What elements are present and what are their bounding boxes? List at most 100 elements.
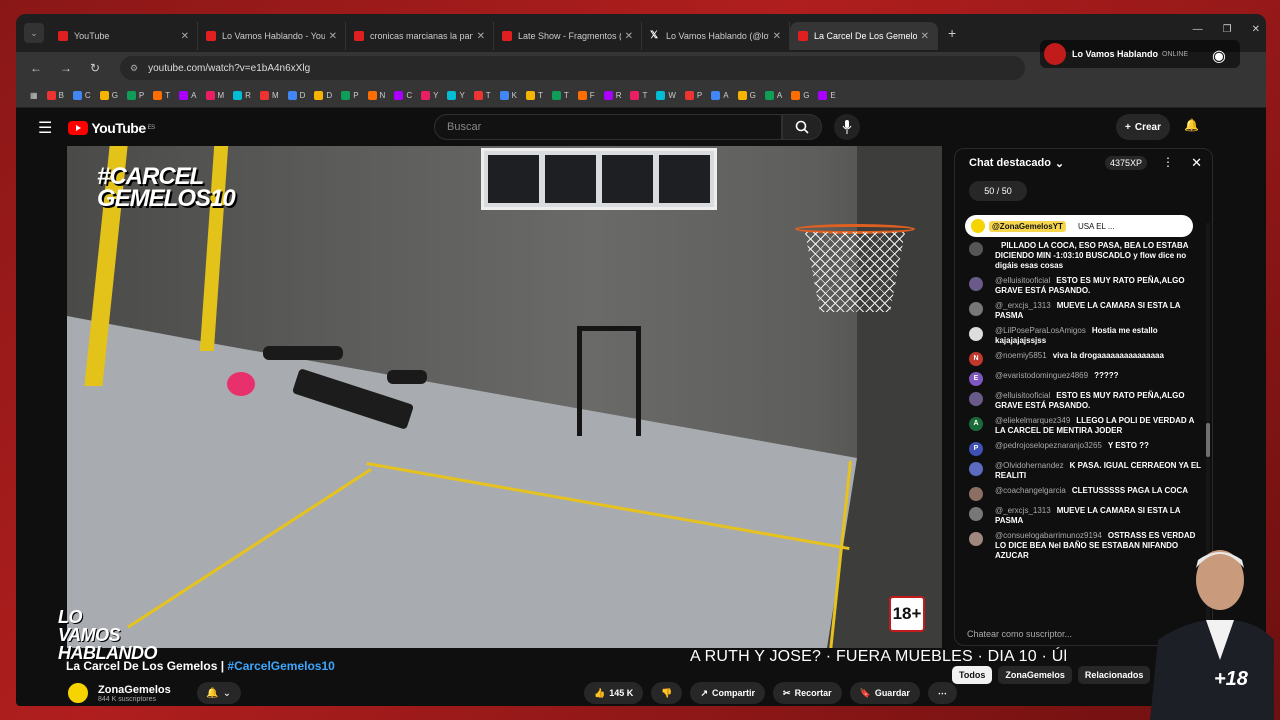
voice-search-button[interactable] [834, 114, 860, 140]
chat-message[interactable]: @LilPoseParaLosAmigos Hostia me estallo k… [969, 326, 1205, 346]
user-avatar[interactable] [969, 487, 983, 501]
message-author[interactable]: @noemiy5851 [995, 351, 1047, 360]
search-button[interactable] [782, 114, 822, 140]
user-avatar[interactable]: N [969, 352, 983, 366]
user-avatar[interactable]: P [969, 442, 983, 456]
subscribe-bell-button[interactable]: 🔔 ⌄ [196, 682, 241, 704]
bookmark-item[interactable]: G [791, 91, 809, 101]
channel-avatar[interactable] [66, 681, 90, 705]
pinned-message[interactable]: @ZonaGemelosYT USA EL ... [965, 215, 1193, 237]
message-author[interactable]: @_erxcjs_1313 [995, 301, 1051, 310]
tab-todos[interactable]: Todos [952, 666, 993, 684]
reload-icon[interactable]: ↻ [90, 61, 106, 75]
bookmark-item[interactable]: P [684, 91, 702, 101]
hashtag-link[interactable]: #CarcelGemelos10 [227, 659, 334, 673]
bookmark-item[interactable]: T [153, 91, 170, 101]
bookmark-item[interactable]: D [314, 91, 332, 101]
url-field[interactable]: ⚙ youtube.com/watch?v=e1bA4n6xXlg [120, 56, 1025, 80]
save-button[interactable]: 🔖 Guardar [849, 682, 920, 704]
chat-message[interactable]: N @noemiy5851 viva la drogaaaaaaaaaaaaaaa [969, 351, 1205, 366]
message-author[interactable]: @consuelogabarrimunoz9194 [995, 531, 1102, 540]
bookmark-item[interactable]: A [711, 91, 729, 101]
user-avatar[interactable] [969, 462, 983, 476]
message-author[interactable]: @coachangelgarcia [995, 486, 1066, 495]
close-icon[interactable]: ✕ [921, 31, 929, 42]
user-avatar[interactable] [969, 277, 983, 291]
forward-icon[interactable]: → [60, 61, 76, 75]
bookmark-item[interactable]: M [205, 91, 224, 101]
message-author[interactable]: @_erxcjs_1313 [995, 506, 1051, 515]
channel-name[interactable]: ZonaGemelos [98, 684, 171, 696]
chat-message[interactable]: @_erxcjs_1313 MUEVE LA CAMARA SI ESTA LA … [969, 301, 1205, 321]
bookmark-item[interactable]: Y [421, 91, 438, 101]
message-author[interactable]: @elluisitooficial [995, 391, 1050, 400]
bookmark-item[interactable]: Y [447, 91, 465, 101]
chat-message[interactable]: @Olvidohernandez K PASA. IGUAL CERRAEON Y… [969, 461, 1205, 481]
bookmark-item[interactable]: E [818, 91, 836, 101]
chat-message[interactable]: @_erxcjs_1313 MUEVE LA CAMARA SI ESTA LA … [969, 506, 1205, 526]
dislike-button[interactable]: 👎 [651, 682, 683, 704]
message-author[interactable]: @elluisitooficial [995, 276, 1050, 285]
xp-badge[interactable]: 4375XP [1105, 156, 1148, 170]
minimize-icon[interactable]: — [1193, 24, 1203, 35]
tab-search-button[interactable]: ⌄ [24, 23, 44, 43]
goal-badge[interactable]: 50 / 50 [969, 181, 1027, 201]
user-avatar[interactable]: E [969, 372, 983, 386]
more-actions-button[interactable]: ⋯ [927, 682, 957, 704]
user-avatar[interactable] [969, 302, 983, 316]
bookmark-item[interactable]: T [630, 91, 647, 101]
bookmark-item[interactable]: R [233, 91, 251, 101]
chat-message[interactable]: A @eliekelmarquez349 LLEGO LA POLI DE VERD… [969, 416, 1205, 436]
bookmark-item[interactable]: T [551, 91, 569, 101]
chat-message[interactable]: P @pedrojoselopeznaranjo3265 Y ESTO ?? [969, 441, 1205, 456]
maximize-icon[interactable]: ❐ [1223, 24, 1232, 35]
chat-message[interactable]: @coachangelgarcia CLETUSSSSS PAGA LA COCA [969, 486, 1205, 501]
bookmark-item[interactable]: P [126, 91, 144, 101]
browser-tab[interactable]: 𝕏 Lo Vamos Hablando (@lovamo ✕ [642, 22, 790, 50]
bookmark-item[interactable]: G [99, 91, 118, 101]
back-icon[interactable]: ← [30, 61, 46, 75]
browser-tab[interactable]: YouTube ✕ [50, 22, 198, 50]
site-info-icon[interactable]: ⚙ [130, 63, 138, 74]
bookmark-item[interactable]: C [72, 91, 91, 101]
close-icon[interactable]: ✕ [625, 31, 633, 42]
chevron-down-icon[interactable]: ⌄ [1055, 157, 1064, 170]
share-button[interactable]: ↗ Compartir [690, 682, 766, 704]
chat-message[interactable]: PILLADO LA COCA, ESO PASA, BEA LO ESTABA… [969, 241, 1205, 271]
bookmark-item[interactable]: B [46, 91, 64, 101]
more-options-icon[interactable]: ⋮ [1162, 155, 1174, 169]
bookmark-item[interactable]: T [526, 91, 543, 101]
tab-zonagemelos[interactable]: ZonaGemelos [998, 666, 1072, 684]
create-button[interactable]: + Crear [1116, 114, 1170, 140]
close-icon[interactable]: ✕ [477, 31, 485, 42]
clip-button[interactable]: ✂ Recortar [773, 682, 842, 704]
chat-input[interactable]: Chatear como suscriptor... [967, 629, 1127, 643]
chat-scrollbar-thumb[interactable] [1206, 423, 1210, 457]
chat-message[interactable]: @elluisitooficial ESTO ES MUY RATO PEÑA,A… [969, 391, 1205, 411]
video-player[interactable]: #CARCEL GEMELOS10 18+ [67, 146, 942, 648]
tab-relacionados[interactable]: Relacionados [1077, 666, 1151, 684]
browser-tab[interactable]: Late Show - Fragmentos (12-1 ✕ [494, 22, 642, 50]
chat-message[interactable]: E @evaristodominguez4869????? [969, 371, 1205, 386]
bookmark-item[interactable]: P [341, 91, 359, 101]
message-author[interactable]: @LilPoseParaLosAmigos [995, 326, 1086, 335]
message-author[interactable]: @Olvidohernandez [995, 461, 1064, 470]
browser-tab-active[interactable]: La Carcel De Los Gemelos | #Ca ✕ [790, 22, 938, 50]
bookmark-item[interactable]: T [473, 91, 491, 101]
bookmark-item[interactable]: R [603, 91, 621, 101]
user-avatar[interactable] [969, 532, 983, 546]
menu-icon[interactable]: ☰ [38, 118, 52, 138]
message-author[interactable]: @evaristodominguez4869 [995, 371, 1088, 380]
message-author[interactable]: @eliekelmarquez349 [995, 416, 1070, 425]
user-avatar[interactable] [969, 327, 983, 341]
user-avatar[interactable] [969, 507, 983, 521]
bookmark-item[interactable]: F [577, 91, 595, 101]
chat-message[interactable]: @elluisitooficial ESTO ES MUY RATO PEÑA,A… [969, 276, 1205, 296]
close-icon[interactable]: ✕ [773, 31, 781, 42]
chat-title[interactable]: Chat destacado [969, 157, 1051, 169]
close-window-icon[interactable]: ✕ [1252, 24, 1260, 35]
message-author[interactable]: @pedrojoselopeznaranjo3265 [995, 441, 1102, 450]
new-tab-button[interactable]: + [948, 25, 956, 41]
like-button[interactable]: 👍 145 K [584, 682, 644, 704]
bookmark-item[interactable]: W [656, 91, 676, 101]
